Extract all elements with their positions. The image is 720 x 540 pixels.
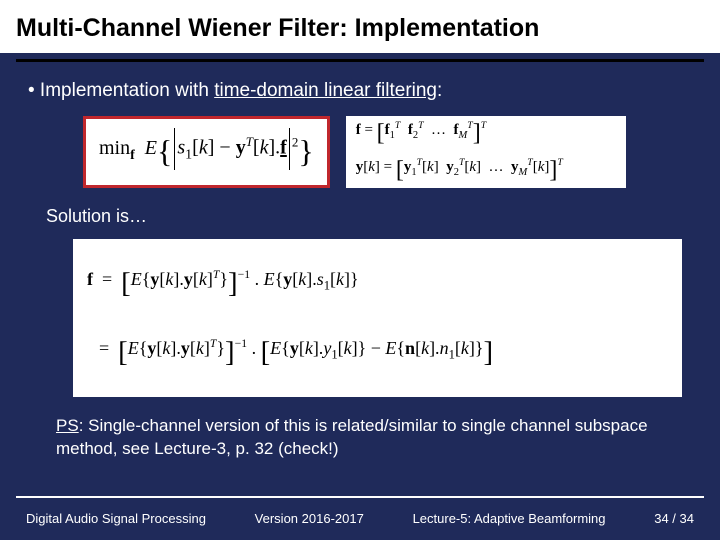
ps-text: : Single-channel version of this is rela… [56, 416, 648, 458]
title-bar: Multi-Channel Wiener Filter: Implementat… [0, 0, 720, 53]
objective-equation: minf E{s1[k] − yT[k].f2} [89, 122, 324, 176]
content-area: • Implementation with time-domain linear… [0, 62, 720, 461]
bullet-line: • Implementation with time-domain linear… [28, 80, 692, 102]
page-title: Multi-Channel Wiener Filter: Implementat… [16, 14, 704, 43]
solution-box: f = [E{y[k].y[k]T}]−1 . E{y[k].s1[k]} = … [73, 239, 682, 397]
equation-row: minf E{s1[k] − yT[k].f2} f = [f1T f2T … … [83, 116, 692, 188]
footer-right: Lecture-5: Adaptive Beamforming [413, 511, 606, 526]
solution-line-1: f = [E{y[k].y[k]T}]−1 . E{y[k].s1[k]} [87, 249, 668, 318]
ps-label: PS [56, 416, 79, 435]
footer-center: Version 2016-2017 [255, 511, 364, 526]
solution-label: Solution is… [46, 206, 692, 227]
definitions-box: f = [f1T f2T … fMT]T y[k] = [y1T[k] y2T[… [346, 116, 626, 188]
ps-note: PS: Single-channel version of this is re… [56, 415, 672, 461]
bullet-suffix: : [437, 80, 442, 101]
def-y: y[k] = [y1T[k] y2T[k] … yMT[k]]T [356, 157, 616, 184]
solution-line-2: = [E{y[k].y[k]T}]−1 . [E{y[k].y1[k]} − E… [87, 318, 668, 387]
bullet-prefix: • Implementation with [28, 80, 214, 101]
footer: Digital Audio Signal Processing Version … [0, 501, 720, 540]
footer-rule [16, 496, 704, 498]
def-f: f = [f1T f2T … fMT]T [356, 120, 616, 147]
bullet-underlined: time-domain linear filtering [214, 80, 437, 101]
footer-left: Digital Audio Signal Processing [26, 511, 206, 526]
objective-box: minf E{s1[k] − yT[k].f2} [83, 116, 330, 188]
footer-page: 34 / 34 [654, 511, 694, 526]
